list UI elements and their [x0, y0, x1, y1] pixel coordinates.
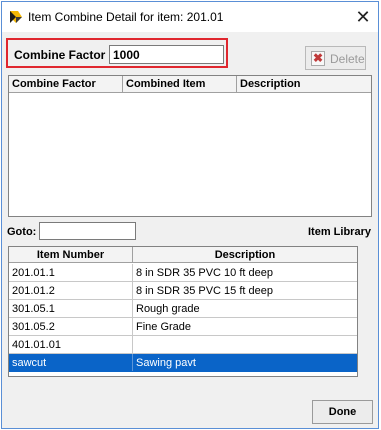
done-button[interactable]: Done	[312, 400, 373, 424]
item-library-label: Item Library	[308, 226, 371, 238]
item-number-cell: 201.01.2	[9, 282, 133, 299]
item-description-cell: Fine Grade	[136, 321, 192, 333]
item-library-header: Item Number Description	[9, 247, 357, 263]
combine-factor-label: Combine Factor	[14, 48, 106, 62]
column-header-combine-factor[interactable]: Combine Factor	[9, 76, 123, 92]
column-header-item-description[interactable]: Description	[133, 247, 357, 263]
combine-factor-highlight: Combine Factor 1000	[6, 38, 228, 68]
item-description-cell: 8 in SDR 35 PVC 10 ft deep	[136, 267, 273, 279]
item-description-cell: Sawing pavt	[136, 357, 196, 369]
table-row[interactable]: 201.01.2 8 in SDR 35 PVC 15 ft deep	[9, 282, 357, 300]
table-row[interactable]: sawcut Sawing pavt	[9, 354, 357, 372]
goto-input[interactable]	[39, 222, 136, 240]
item-description-cell: Rough grade	[136, 303, 200, 315]
table-row[interactable]: 301.05.2 Fine Grade	[9, 318, 357, 336]
table-row[interactable]: 401.01.01	[9, 336, 357, 354]
dialog-window: Item Combine Detail for item: 201.01 ✕ C…	[1, 1, 379, 429]
table-row[interactable]: 301.05.1 Rough grade	[9, 300, 357, 318]
item-description-cell	[133, 336, 357, 353]
app-logo-icon	[10, 11, 22, 23]
column-header-item-number[interactable]: Item Number	[9, 247, 133, 263]
combined-items-header: Combine Factor Combined Item Description	[9, 76, 371, 93]
column-header-description[interactable]: Description	[237, 76, 371, 92]
table-row[interactable]: 201.01.1 8 in SDR 35 PVC 10 ft deep	[9, 264, 357, 282]
title-bar[interactable]: Item Combine Detail for item: 201.01 ✕	[2, 2, 378, 32]
item-number-cell: 201.01.1	[9, 264, 133, 281]
delete-icon: ✖	[311, 51, 325, 66]
item-number-cell: 401.01.01	[9, 336, 133, 353]
item-description-cell: 8 in SDR 35 PVC 15 ft deep	[136, 285, 273, 297]
item-library-grid[interactable]: Item Number Description 201.01.1 8 in SDR…	[8, 246, 358, 377]
item-number-cell: 301.05.1	[9, 300, 133, 317]
combine-factor-input[interactable]: 1000	[109, 45, 224, 64]
delete-button-label: Delete	[330, 52, 365, 66]
item-number-cell: sawcut	[9, 354, 133, 371]
close-icon[interactable]: ✕	[348, 2, 378, 32]
combined-items-grid[interactable]: Combine Factor Combined Item Description	[8, 75, 372, 217]
window-title: Item Combine Detail for item: 201.01	[28, 10, 224, 24]
delete-button[interactable]: ✖ Delete	[305, 46, 366, 70]
column-header-combined-item[interactable]: Combined Item	[123, 76, 237, 92]
item-number-cell: 301.05.2	[9, 318, 133, 335]
goto-label: Goto:	[7, 226, 37, 238]
